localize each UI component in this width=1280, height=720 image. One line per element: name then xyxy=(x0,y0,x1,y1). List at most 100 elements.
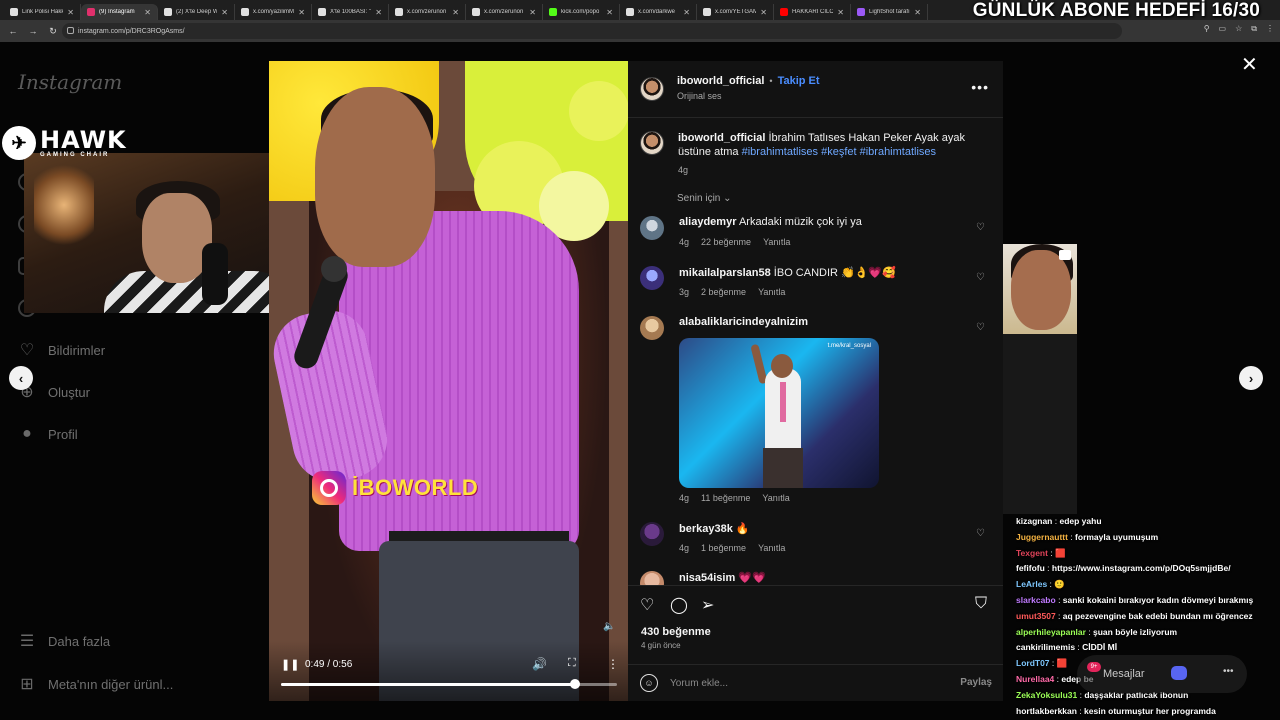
chat-username[interactable]: kizagnan xyxy=(1016,516,1052,526)
tab-close-icon[interactable]: ✕ xyxy=(67,8,74,17)
likes-count[interactable]: 430 beğenme xyxy=(641,626,711,638)
like-heart-icon[interactable]: ♡ xyxy=(640,595,654,615)
next-post-button[interactable]: › xyxy=(1239,366,1263,390)
chat-username[interactable]: LordT07 xyxy=(1016,658,1050,668)
comment-username[interactable]: nisa54isim xyxy=(679,572,735,584)
comment-avatar[interactable] xyxy=(640,266,664,290)
reload-icon[interactable]: ↻ xyxy=(46,24,60,38)
follow-button[interactable]: Takip Et xyxy=(778,75,820,87)
comment-likes[interactable]: 2 beğenme xyxy=(701,287,746,297)
tab-close-icon[interactable]: ✕ xyxy=(221,8,228,17)
chat-username[interactable]: Texgent xyxy=(1016,548,1048,558)
video-more-icon[interactable]: ⋮ xyxy=(607,657,619,671)
comment-input[interactable] xyxy=(670,672,940,694)
chat-username[interactable]: Nurellaa4 xyxy=(1016,674,1054,684)
browser-tab[interactable]: X'te 100BASI: " ✕ xyxy=(312,4,389,20)
chat-username[interactable]: umut3507 xyxy=(1016,611,1056,621)
tab-close-icon[interactable]: ✕ xyxy=(375,8,382,17)
comment-username[interactable]: alabaliklaricindeyalnizim xyxy=(679,316,808,328)
chat-username[interactable]: Juggernauttt xyxy=(1016,532,1068,542)
video-progress-bar[interactable] xyxy=(281,683,617,686)
tab-close-icon[interactable]: ✕ xyxy=(683,8,690,17)
reel-video[interactable]: İBOWORLD 🔈 ❚❚ 0:49 / 0:56 🔊 ⛶ ⋮ xyxy=(269,61,628,701)
comment-username[interactable]: berkay38k xyxy=(679,523,733,535)
author-username[interactable]: iboworld_official xyxy=(677,75,764,87)
sidebar-item-notifications[interactable]: ♡ Bildirimler xyxy=(18,341,105,359)
comment-bubble-icon[interactable]: ◯ xyxy=(670,595,688,615)
messages-pill[interactable]: 9+ Mesajlar ••• xyxy=(1077,655,1247,693)
tab-close-icon[interactable]: ✕ xyxy=(529,8,536,17)
comment-gif[interactable]: t.me/kral_sosyal xyxy=(679,338,879,488)
browser-tab[interactable]: HAKKARİ CİLO ✕ xyxy=(774,4,851,20)
instagram-logo[interactable]: Instagram xyxy=(18,70,122,94)
extensions-icon[interactable]: ⧉ xyxy=(1251,24,1257,34)
browser-tab[interactable]: x.com/YETGAM ✕ xyxy=(697,4,774,20)
tab-close-icon[interactable]: ✕ xyxy=(606,8,613,17)
forward-arrow-icon[interactable]: → xyxy=(26,24,40,38)
browser-tab[interactable]: x.com/yazilimM ✕ xyxy=(235,4,312,20)
menu-dots-icon[interactable]: ⋮ xyxy=(1266,24,1274,34)
post-comment-button[interactable]: Paylaş xyxy=(960,677,992,688)
site-info-icon[interactable] xyxy=(67,27,74,34)
video-progress-knob[interactable] xyxy=(570,679,580,689)
author-avatar[interactable] xyxy=(640,77,664,101)
back-arrow-icon[interactable]: ← xyxy=(6,24,20,38)
chat-username[interactable]: slarkcabo xyxy=(1016,595,1056,605)
comment-like-heart-icon[interactable]: ♡ xyxy=(976,222,985,233)
comment-likes[interactable]: 11 beğenme xyxy=(701,493,750,503)
share-send-icon[interactable]: ➢ xyxy=(701,595,714,615)
zoom-icon[interactable]: ⚲ xyxy=(1204,24,1210,34)
comment-avatar[interactable] xyxy=(640,571,664,585)
volume-icon[interactable]: 🔊 xyxy=(532,657,547,671)
browser-tab[interactable]: LightShot tarafı ✕ xyxy=(851,4,928,20)
chat-username[interactable]: ZekaYoksulu31 xyxy=(1016,690,1077,700)
pause-icon[interactable]: ❚❚ xyxy=(281,658,299,671)
browser-tab[interactable]: kick.com/popo ✕ xyxy=(543,4,620,20)
caption-hashtags[interactable]: #ibrahimtatlises #keşfet #ibrahimtatlise… xyxy=(742,146,936,158)
comment-likes[interactable]: 1 beğenme xyxy=(701,543,746,553)
browser-tab[interactable]: (9) Instagram ✕ xyxy=(81,4,158,20)
cast-icon[interactable]: ▭ xyxy=(1219,24,1227,34)
bookmark-star-icon[interactable]: ☆ xyxy=(1235,24,1242,34)
sidebar-item-meta-products[interactable]: ⊞ Meta'nın diğer ürünl... xyxy=(18,675,173,693)
comment-like-heart-icon[interactable]: ♡ xyxy=(976,272,985,283)
browser-tab[interactable]: Link Polisi Hakk ✕ xyxy=(4,4,81,20)
sidebar-item-more[interactable]: ☰ Daha fazla xyxy=(18,632,110,650)
reply-button[interactable]: Yanıtla xyxy=(763,237,790,247)
chat-username[interactable]: alperhileyapanlar xyxy=(1016,627,1086,637)
chat-username[interactable]: cankirilimemis xyxy=(1016,642,1075,652)
comment-like-heart-icon[interactable]: ♡ xyxy=(976,528,985,539)
comment-username[interactable]: aliaydemyr xyxy=(679,216,736,228)
audio-label[interactable]: Orijinal ses xyxy=(677,91,722,101)
reply-button[interactable]: Yanıtla xyxy=(758,287,785,297)
comment-avatar[interactable] xyxy=(640,316,664,340)
browser-tab[interactable]: x.com/zerunon ✕ xyxy=(389,4,466,20)
close-icon[interactable]: ✕ xyxy=(1241,52,1258,77)
caption-avatar[interactable] xyxy=(640,131,664,155)
tab-close-icon[interactable]: ✕ xyxy=(760,8,767,17)
comment-avatar[interactable] xyxy=(640,216,664,240)
save-bookmark-icon[interactable]: ⛉ xyxy=(975,595,987,613)
chat-username[interactable]: LeArles xyxy=(1016,579,1047,589)
chat-username[interactable]: fefifofu xyxy=(1016,563,1045,573)
more-options-icon[interactable]: ••• xyxy=(971,79,989,95)
caption-username[interactable]: iboworld_official xyxy=(678,132,765,144)
previous-post-button[interactable]: ‹ xyxy=(9,366,33,390)
browser-tab[interactable]: (2) X'te Deep W ✕ xyxy=(158,4,235,20)
browser-tab[interactable]: x.com/darkwe ✕ xyxy=(620,4,697,20)
sidebar-item-profile[interactable]: ● Profil xyxy=(18,425,77,443)
comment-sort-dropdown[interactable]: Senin için ⌄ xyxy=(677,193,732,204)
next-post-preview[interactable] xyxy=(1003,244,1077,514)
tab-close-icon[interactable]: ✕ xyxy=(452,8,459,17)
tab-close-icon[interactable]: ✕ xyxy=(144,8,151,17)
chat-username[interactable]: hortlakberkkan xyxy=(1016,706,1077,716)
browser-tab[interactable]: x.com/zerunon ✕ xyxy=(466,4,543,20)
comment-username[interactable]: mikailalparslan58 xyxy=(679,267,771,279)
fullscreen-icon[interactable]: ⛶ xyxy=(568,657,576,670)
comment-avatar[interactable] xyxy=(640,522,664,546)
comment-likes[interactable]: 22 beğenme xyxy=(701,237,751,247)
emoji-icon[interactable]: ☺ xyxy=(640,674,658,692)
tab-close-icon[interactable]: ✕ xyxy=(837,8,844,17)
url-field[interactable]: instagram.com/p/DRC3ROgAsms/ xyxy=(62,23,1122,39)
comment-like-heart-icon[interactable]: ♡ xyxy=(976,322,985,333)
